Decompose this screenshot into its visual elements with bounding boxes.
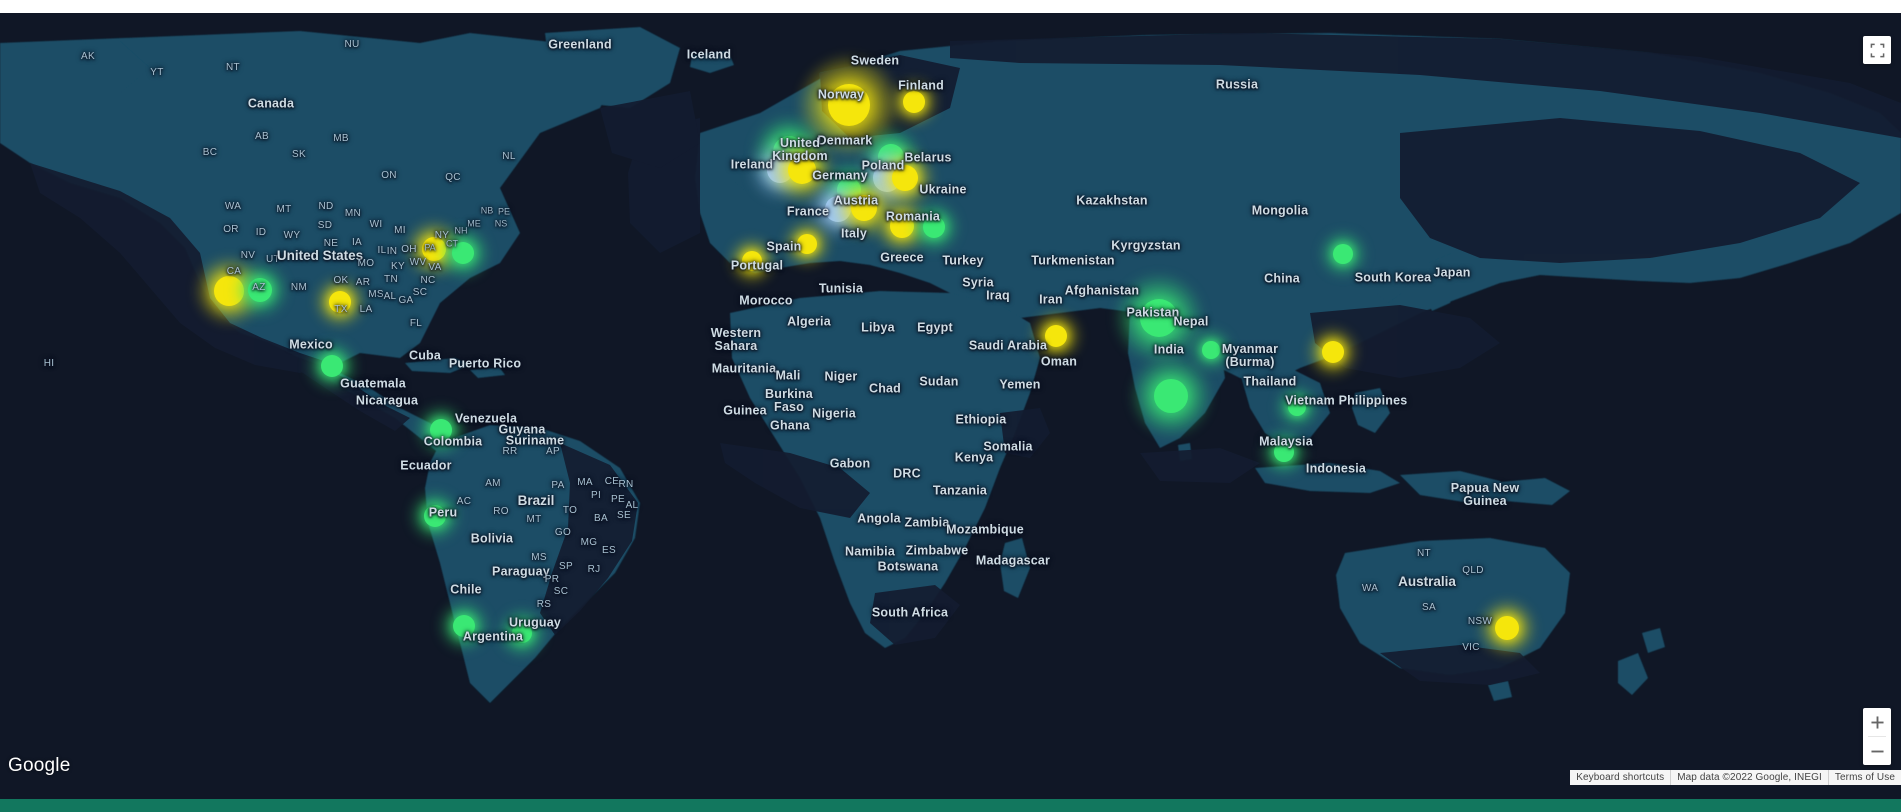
google-logo: Google — [8, 755, 71, 776]
fullscreen-button[interactable] — [1863, 36, 1891, 64]
plus-icon — [1870, 715, 1884, 729]
keyboard-shortcuts-link[interactable]: Keyboard shortcuts — [1570, 770, 1671, 785]
attribution-bar[interactable]: Keyboard shortcuts Map data ©2022 Google… — [1570, 770, 1901, 785]
map-application: AK YT NT NU Canada Greenland Iceland BC AB SK MB ON… — [0, 0, 1901, 812]
top-white-strip — [0, 0, 1901, 13]
minus-icon — [1870, 750, 1884, 752]
map-data-attribution: Map data ©2022 Google, INEGI — [1670, 770, 1828, 785]
map-canvas[interactable]: AK YT NT NU Canada Greenland Iceland BC AB SK MB ON… — [0, 13, 1901, 799]
land-layer — [0, 13, 1901, 799]
zoom-out-button[interactable] — [1863, 737, 1891, 765]
bottom-accent-bar — [0, 799, 1901, 812]
zoom-controls[interactable] — [1863, 708, 1891, 765]
fullscreen-icon — [1870, 43, 1884, 57]
zoom-in-button[interactable] — [1863, 708, 1891, 736]
terms-of-use-link[interactable]: Terms of Use — [1827, 770, 1901, 785]
